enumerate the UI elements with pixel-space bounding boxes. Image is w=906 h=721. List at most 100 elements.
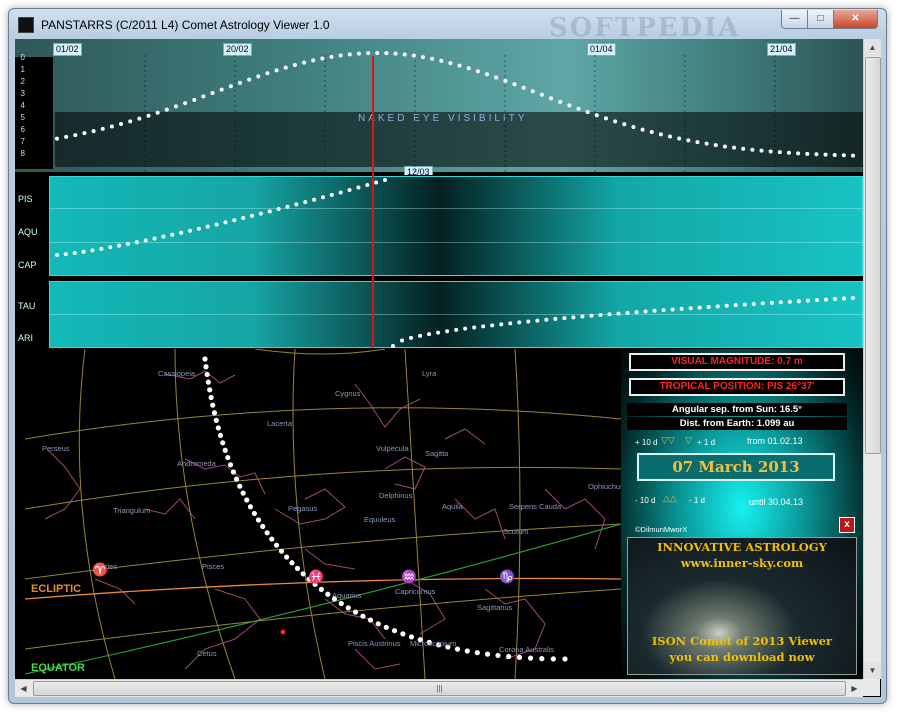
panel-close-button[interactable]: x [839,517,855,533]
curve-dot [851,296,855,300]
curve-dot [356,185,361,190]
equator-label: EQUATOR [31,662,85,674]
title-bar[interactable]: PANSTARRS (C/2011 L4) Comet Astrology Vi… [9,9,886,43]
curve-dot [211,410,218,416]
curve-dot [338,190,343,195]
curve-dot [222,447,228,453]
curve-dot [64,134,69,139]
constellation-label: Cygnus [335,389,361,398]
curve-dot [516,654,523,661]
curve-dot [832,153,837,158]
curve-dot [383,178,387,182]
curve-dot [360,613,366,619]
curve-dot [365,183,370,188]
curve-dot [539,92,544,97]
curve-dot [841,296,846,301]
curve-dot [688,306,693,311]
aries-sign-icon: ♈ [92,562,109,577]
constellation-label: Serpens Cauda [509,502,562,511]
curve-dot [741,146,746,151]
zodiac-band-pis-aqu-cap[interactable]: PIS AQU CAP [15,175,863,277]
close-button[interactable]: ✕ [833,10,878,29]
scroll-right-arrow-icon[interactable]: ▶ [846,680,863,697]
curve-dot [594,113,599,118]
minimize-button[interactable]: — [781,10,808,29]
horizontal-scroll-thumb[interactable]: ||| [33,681,846,696]
curve-dot [318,586,324,592]
visual-magnitude-box: VISUAL MAGNITUDE: 0.7 m [629,353,845,371]
curve-dot [210,402,216,408]
constellation-label: Cetus [197,649,217,658]
curve-dot [196,226,201,231]
ad-url-link[interactable]: www.inner-sky.com [628,556,856,570]
scroll-up-arrow-icon[interactable]: ▲ [864,39,881,56]
constellation-label: Corona Australis [499,645,555,654]
scroll-down-arrow-icon[interactable]: ▼ [864,662,881,679]
curve-dot [225,454,231,461]
curve-dot [778,300,783,305]
constellation-label: Lacerta [267,419,293,428]
curve-dot [260,523,266,530]
curve-dot [589,313,594,318]
minus-10-days-button[interactable]: △△ [663,493,677,504]
curve-dot [562,656,568,662]
curve-dot [223,220,228,225]
curve-dot [240,490,246,496]
constellation-label: Microscopium [410,639,457,648]
curve-dot [119,122,124,127]
curve-dot [704,141,709,146]
curve-dot [283,65,288,70]
vertical-scrollbar[interactable]: ▲ ▼ [863,39,881,679]
curve-dot [347,187,352,192]
curve-dot [567,103,572,108]
current-date-line[interactable] [372,56,374,348]
curve-dot [658,132,663,137]
curve-dot [722,144,727,149]
curve-dot [192,97,197,102]
app-icon [18,17,34,33]
curve-dot [670,307,675,312]
curve-dot [352,609,359,615]
curve-dot [55,253,59,257]
curve-dot [264,530,270,536]
curve-dot [420,55,425,60]
plus-10-days-button[interactable]: ▽▽ [661,435,675,446]
curve-dot [527,655,534,661]
curve-dot [494,75,499,80]
curve-dot [183,101,188,106]
plus-1-day-button[interactable]: ▽ [685,435,692,446]
vertical-scroll-thumb[interactable] [865,57,881,454]
curve-dot [526,319,531,324]
plus-10-days-label: + 10 d [635,438,658,447]
curve-dot [338,600,344,607]
constellation-label: Ophiuchus [588,482,621,491]
maximize-button[interactable]: □ [807,10,834,29]
curve-dot [759,148,764,153]
curve-dot [640,127,645,132]
horizontal-scrollbar[interactable]: ◀ ||| ▶ [15,679,863,697]
curve-dot [823,297,828,302]
band2-curve [391,296,855,348]
curve-dot [375,621,381,627]
zodiac-band-tau-ari[interactable]: TAU ARI [15,280,863,349]
curve-dot [490,323,495,328]
current-date-display[interactable]: 07 March 2013 [637,453,835,481]
curve-dot [576,106,581,111]
curve-dot [161,234,166,239]
curve-dot [187,228,192,233]
curve-dot [232,218,237,223]
curve-dot [454,327,459,332]
curve-dot [508,321,513,326]
sky-map[interactable]: Cassiopeia Cygnus Lyra Lacerta Andromeda… [25,349,621,679]
magnitude-curve[interactable] [15,39,863,172]
curve-dot [411,53,416,58]
scroll-left-arrow-icon[interactable]: ◀ [15,680,32,697]
advertisement-banner[interactable]: INNOVATIVE ASTROLOGY www.inner-sky.com I… [627,537,857,675]
curve-dot [179,230,184,235]
constellation-label: Delphinus [379,491,413,500]
curve-dot [603,116,608,121]
curve-dot [244,497,250,503]
distance-earth: Dist. from Earth: 1.099 au [627,417,847,430]
curve-dot [715,304,720,309]
curve-dot [81,249,86,254]
